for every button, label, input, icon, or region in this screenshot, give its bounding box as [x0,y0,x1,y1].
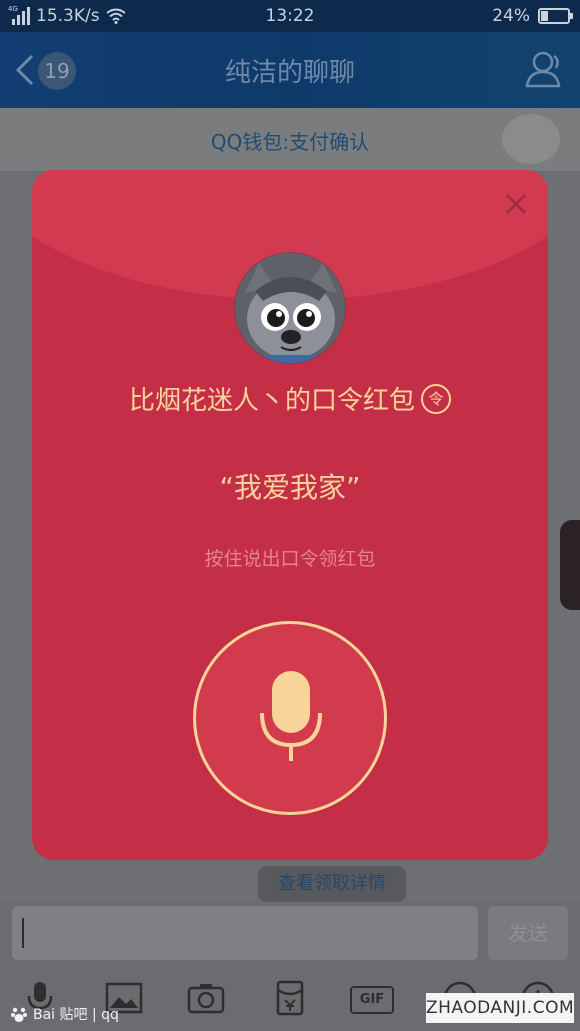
sender-title: 比烟花迷人丶的口令红包 [128,386,415,416]
red-packet-modal: 比烟花迷人丶的口令红包 令 “我爱我家” 按住说出口令领红包 [32,170,548,860]
notice-text: QQ钱包:支付确认 [210,130,370,154]
hold-to-speak-button[interactable] [193,621,387,815]
avatar [234,252,346,364]
sender-title-row: 比烟花迷人丶的口令红包 令 [32,380,548,417]
message-input[interactable] [12,906,478,960]
paw-icon [11,1007,27,1022]
watermark-left-text: Bai 贴吧 | qq [33,1007,119,1023]
notice-bar[interactable]: QQ钱包:支付确认 [0,108,580,172]
input-row: 发送 [0,902,580,970]
wolf-avatar-icon [235,253,345,363]
view-claim-details-link[interactable]: 查看领取详情 [258,866,406,902]
watermark-left: Bai 贴吧 | qq [10,1004,119,1024]
status-right: 24% [492,6,573,26]
red-packet-tool[interactable] [270,980,310,1016]
battery-icon [538,8,573,24]
profile-icon[interactable] [524,48,566,90]
red-packet-icon [276,980,304,1016]
password-phrase: “我爱我家” [219,471,361,504]
camera-icon [187,984,225,1014]
status-bar: 4G 15.3K/s 13:22 24% [0,0,580,32]
password-token-badge: 令 [421,383,451,414]
hint-text: 按住说出口令领红包 [204,548,376,570]
battery-level [541,11,548,21]
send-button[interactable]: 发送 [488,906,568,960]
microphone-icon [260,671,322,761]
text-cursor [22,918,24,948]
battery-percent: 24% [492,6,530,26]
close-icon[interactable] [500,188,532,220]
gif-tool[interactable]: GIF [350,986,394,1014]
notice-circle [502,114,560,164]
camera-tool[interactable] [186,980,226,1016]
chat-title: 纯洁的聊聊 [224,58,355,88]
watermark-right: ZHAODANJI.COM [426,993,574,1023]
background-chat-item [560,520,580,610]
title-bar: 19 纯洁的聊聊 [0,32,580,108]
